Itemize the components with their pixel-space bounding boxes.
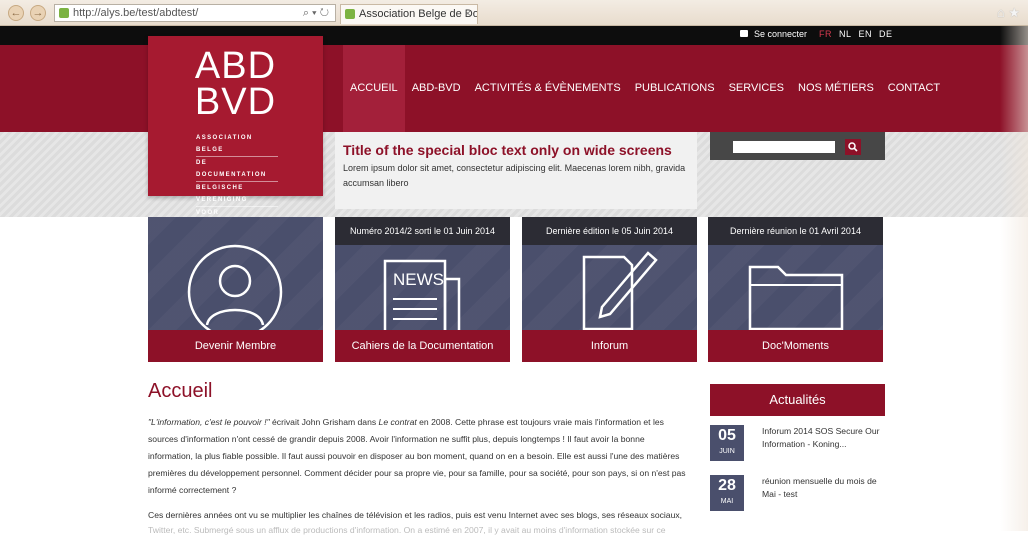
menu-publications[interactable]: PUBLICATIONS: [628, 45, 722, 132]
tab-close-icon[interactable]: ×: [465, 5, 471, 23]
site-logo[interactable]: ABD BVD ASSOCIATION BELGE DE DOCUMENTATI…: [148, 36, 323, 228]
card-caption: Dernière réunion le 01 Avril 2014: [708, 217, 883, 245]
card-label: Inforum: [522, 330, 697, 362]
news-icon: NEWS: [335, 237, 510, 337]
home-star-icons[interactable]: ⌂ ★: [997, 5, 1020, 21]
menu-activites[interactable]: ACTIVITÉS & ÉVÈNEMENTS: [468, 45, 628, 132]
menu-contact[interactable]: CONTACT: [881, 45, 947, 132]
intro-book: Le contrat: [378, 417, 417, 427]
news-month: JUIN: [719, 448, 735, 455]
logo-sub-2: DE DOCUMENTATION: [196, 157, 278, 182]
menu-services[interactable]: SERVICES: [722, 45, 791, 132]
lang-nl[interactable]: NL: [839, 29, 852, 39]
page-title: Accueil: [148, 380, 213, 402]
login-link[interactable]: Se connecter: [740, 29, 807, 39]
card-doc-moments[interactable]: Dernière réunion le 01 Avril 2014 Doc'Mo…: [708, 217, 883, 362]
menu-nos-metiers[interactable]: NOS MÉTIERS: [791, 45, 881, 132]
search-input[interactable]: [733, 141, 835, 153]
folder-icon: [708, 237, 883, 337]
address-tools[interactable]: ⌕ ▾ ↻: [303, 5, 329, 21]
login-label: Se connecter: [754, 29, 808, 39]
logo-sub-3: BELGISCHE VERENIGING: [196, 182, 278, 207]
site-favicon-icon: [59, 8, 69, 18]
intro-text-rest: en 2008. Cette phrase est toujours vraie…: [148, 417, 686, 495]
logo-line1: ABD: [194, 45, 277, 87]
intro-text-a: écrivait John Grisham dans: [269, 417, 379, 427]
main-menu: ACCUEIL ABD-BVD ACTIVITÉS & ÉVÈNEMENTS P…: [343, 45, 947, 132]
news-day: 28: [718, 477, 736, 494]
person-icon: [148, 237, 323, 340]
news-item[interactable]: 28 MAI réunion mensuelle du mois de Mai …: [710, 475, 885, 519]
special-bloc: Title of the special bloc text only on w…: [335, 132, 697, 209]
news-day: 05: [718, 427, 736, 444]
search-box: [710, 132, 885, 160]
card-label: Cahiers de la Documentation: [335, 330, 510, 362]
url-text: http://alys.be/test/abdtest/: [73, 7, 199, 19]
browser-tab[interactable]: Association Belge de Docu... ×: [340, 4, 478, 24]
search-button[interactable]: [845, 139, 861, 155]
intro-paragraph: "L'information, c'est le pouvoir !" écri…: [148, 414, 688, 499]
news-text[interactable]: réunion mensuelle du mois de Mai - test: [762, 475, 887, 501]
forward-button[interactable]: →: [30, 5, 46, 21]
lang-de[interactable]: DE: [879, 29, 893, 39]
special-text: Lorem ipsum dolor sit amet, consectetur …: [343, 163, 686, 188]
news-item[interactable]: 05 JUIN Inforum 2014 SOS Secure Our Info…: [710, 425, 885, 469]
menu-accueil[interactable]: ACCUEIL: [343, 45, 405, 132]
card-caption: Numéro 2014/2 sorti le 01 Juin 2014: [335, 217, 510, 245]
card-inforum[interactable]: Dernière édition le 05 Juin 2014 Inforum: [522, 217, 697, 362]
back-button[interactable]: ←: [8, 5, 24, 21]
browser-toolbar: ← → http://alys.be/test/abdtest/ ⌕ ▾ ↻ A…: [0, 0, 1028, 26]
card-label: Doc'Moments: [708, 330, 883, 362]
news-word: NEWS: [393, 270, 444, 289]
address-bar[interactable]: http://alys.be/test/abdtest/ ⌕ ▾ ↻: [54, 4, 336, 22]
card-label: Devenir Membre: [148, 330, 323, 362]
intro-quote: "L'information, c'est le pouvoir !": [148, 417, 270, 427]
language-switcher: FR NL EN DE: [819, 29, 900, 39]
card-cahiers[interactable]: NEWS Numéro 2014/2 sorti le 01 Juin 2014…: [335, 217, 510, 362]
search-icon: [848, 142, 858, 152]
news-text[interactable]: Inforum 2014 SOS Secure Our Information …: [762, 425, 887, 451]
news-heading: Actualités: [710, 384, 885, 416]
lang-en[interactable]: EN: [859, 29, 873, 39]
news-date: 28 MAI: [710, 475, 744, 511]
logo-line2: BVD: [194, 81, 277, 123]
menu-abd-bvd[interactable]: ABD-BVD: [405, 45, 468, 132]
lock-icon: [740, 30, 748, 37]
card-devenir-membre[interactable]: Devenir Membre: [148, 217, 323, 362]
special-title: Title of the special bloc text only on w…: [343, 142, 672, 158]
edit-icon: [522, 237, 697, 337]
logo-sub-1: ASSOCIATION BELGE: [196, 132, 278, 157]
tab-favicon-icon: [345, 9, 355, 19]
news-month: MAI: [720, 498, 734, 505]
lang-fr[interactable]: FR: [819, 29, 832, 39]
tab-title: Association Belge de Docu...: [359, 8, 477, 20]
news-date: 05 JUIN: [710, 425, 744, 461]
card-caption: Dernière édition le 05 Juin 2014: [522, 217, 697, 245]
